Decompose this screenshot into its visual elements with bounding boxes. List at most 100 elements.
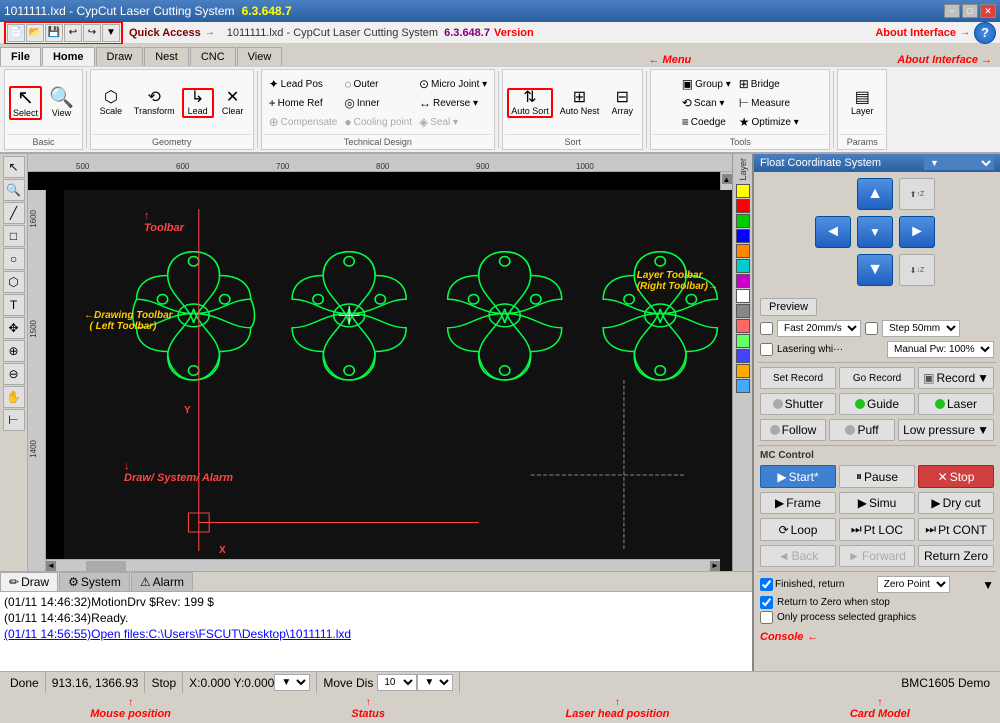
coedge-button[interactable]: ≡ Coedge bbox=[679, 113, 734, 131]
canvas-main[interactable]: ↑Toolbar ←Drawing Toolbar ( Left Toolbar… bbox=[64, 190, 732, 571]
manual-pw-select[interactable]: Manual Pw: 100% bbox=[887, 341, 994, 358]
inner-button[interactable]: ◎ Inner bbox=[341, 94, 415, 112]
minimize-button[interactable]: − bbox=[944, 4, 960, 18]
reverse-button[interactable]: ↔ Reverse ▾ bbox=[416, 94, 490, 112]
lt-circle[interactable]: ○ bbox=[3, 248, 25, 270]
fcs-dropdown[interactable]: ▼ bbox=[924, 156, 994, 170]
qa-save-button[interactable]: 💾 bbox=[45, 24, 63, 42]
dir-center-button[interactable]: ▼ bbox=[857, 216, 893, 248]
dir-special-2[interactable]: ⬇↓Z bbox=[899, 254, 935, 286]
layer-color-0[interactable] bbox=[736, 184, 750, 198]
qa-more-button[interactable]: ▼ bbox=[102, 24, 120, 42]
step-select[interactable]: Step 50mm bbox=[882, 320, 960, 337]
back-button[interactable]: ◄ Back bbox=[760, 545, 836, 567]
array-button[interactable]: ⊟ Array bbox=[606, 87, 638, 119]
view-button[interactable]: 🔍 View bbox=[45, 85, 78, 121]
layer-color-8[interactable] bbox=[736, 304, 750, 318]
dry-cut-button[interactable]: ▶ Dry cut bbox=[918, 492, 994, 514]
lt-zoom-in[interactable]: ⊕ bbox=[3, 340, 25, 362]
step-checkbox[interactable] bbox=[865, 322, 878, 335]
tab-alarm[interactable]: ⚠ Alarm bbox=[131, 572, 193, 591]
layer-color-2[interactable] bbox=[736, 214, 750, 228]
lt-pan[interactable]: ✋ bbox=[3, 386, 25, 408]
outer-button[interactable]: ◌ Outer bbox=[341, 75, 415, 93]
group-button[interactable]: ▣ Group ▾ bbox=[679, 75, 734, 93]
lt-view[interactable]: 🔍 bbox=[3, 179, 25, 201]
layer-color-10[interactable] bbox=[736, 334, 750, 348]
console-line-3[interactable]: (01/11 14:56:55)Open files:C:\Users\FSCU… bbox=[4, 626, 748, 642]
pause-button[interactable]: ⏸ Pause bbox=[839, 465, 915, 488]
select-button[interactable]: ↖ Select bbox=[9, 86, 42, 120]
only-process-checkbox[interactable] bbox=[760, 611, 773, 624]
layer-color-5[interactable] bbox=[736, 259, 750, 273]
layer-color-9[interactable] bbox=[736, 319, 750, 333]
qa-undo-button[interactable]: ↩ bbox=[64, 24, 82, 42]
simu-button[interactable]: ▶ Simu bbox=[839, 492, 915, 514]
auto-sort-button[interactable]: ⇅ Auto Sort bbox=[507, 88, 553, 118]
lt-poly[interactable]: ⬡ bbox=[3, 271, 25, 293]
dir-down-button[interactable]: ▼ bbox=[857, 254, 893, 286]
measure-button[interactable]: ⊢ Measure bbox=[736, 94, 802, 112]
lt-move[interactable]: ✥ bbox=[3, 317, 25, 339]
bridge-button[interactable]: ⊞ Bridge bbox=[736, 75, 802, 93]
shutter-button[interactable]: Shutter bbox=[760, 393, 836, 415]
tab-system[interactable]: ⚙ System bbox=[59, 572, 130, 591]
layer-color-13[interactable] bbox=[736, 379, 750, 393]
layer-color-6[interactable] bbox=[736, 274, 750, 288]
scrollbar-horizontal[interactable]: ◄ ► bbox=[46, 559, 720, 571]
layer-header-text[interactable]: Layer bbox=[738, 156, 748, 183]
layer-color-11[interactable] bbox=[736, 349, 750, 363]
seal-button[interactable]: ◈ Seal ▾ bbox=[416, 113, 490, 131]
tab-nest[interactable]: Nest bbox=[144, 47, 189, 66]
frame-button[interactable]: ▶ Frame bbox=[760, 492, 836, 514]
lt-measure[interactable]: ⊢ bbox=[3, 409, 25, 431]
layer-color-1[interactable] bbox=[736, 199, 750, 213]
lt-rect[interactable]: □ bbox=[3, 225, 25, 247]
lead-pos-button[interactable]: ✦ Lead Pos bbox=[266, 75, 341, 93]
fast-checkbox[interactable] bbox=[760, 322, 773, 335]
loop-button[interactable]: ⟳ Loop bbox=[760, 518, 836, 541]
record-button[interactable]: ▣ Record ▼ bbox=[918, 367, 994, 389]
optimize-button[interactable]: ★ Optimize ▾ bbox=[736, 113, 802, 131]
return-zero-button[interactable]: Return Zero bbox=[918, 545, 994, 567]
layer-color-7[interactable] bbox=[736, 289, 750, 303]
qa-redo-button[interactable]: ↪ bbox=[83, 24, 101, 42]
set-record-button[interactable]: Set Record bbox=[760, 367, 836, 389]
fast-select[interactable]: Fast 20mm/s bbox=[777, 320, 861, 337]
dir-right-button[interactable]: ► bbox=[899, 216, 935, 248]
go-record-button[interactable]: Go Record bbox=[839, 367, 915, 389]
laser-pos-dropdown[interactable]: ▼ bbox=[274, 674, 310, 691]
layer-color-4[interactable] bbox=[736, 244, 750, 258]
qa-new-button[interactable]: 📄 bbox=[7, 24, 25, 42]
scroll-h-thumb[interactable] bbox=[86, 561, 126, 571]
maximize-button[interactable]: □ bbox=[962, 4, 978, 18]
follow-button[interactable]: Follow bbox=[760, 419, 826, 441]
lt-zoom-out[interactable]: ⊖ bbox=[3, 363, 25, 385]
clear-button[interactable]: ✕ Clear bbox=[217, 87, 249, 119]
lt-text[interactable]: T bbox=[3, 294, 25, 316]
lt-line[interactable]: ╱ bbox=[3, 202, 25, 224]
tab-draw[interactable]: Draw bbox=[96, 47, 144, 66]
layer-color-3[interactable] bbox=[736, 229, 750, 243]
cooling-button[interactable]: ● Cooling point bbox=[341, 113, 415, 131]
scan-button[interactable]: ⟲ Scan ▾ bbox=[679, 94, 734, 112]
lead-button[interactable]: ↳ Lead bbox=[182, 88, 214, 118]
pt-cont-button[interactable]: ⏭ Pt CONT bbox=[918, 518, 994, 541]
dir-special-1[interactable]: ⬆↑Z bbox=[899, 178, 935, 210]
tab-view[interactable]: View bbox=[237, 47, 283, 66]
scroll-up[interactable]: ▲ bbox=[722, 174, 732, 184]
forward-button[interactable]: ► Forward bbox=[839, 545, 915, 567]
puff-button[interactable]: Puff bbox=[829, 419, 895, 441]
low-pressure-button[interactable]: Low pressure ▼ bbox=[898, 419, 994, 441]
layer-button[interactable]: ▤ Layer bbox=[846, 87, 878, 119]
dir-left-button[interactable]: ◄ bbox=[815, 216, 851, 248]
move-dis-select[interactable]: 10 bbox=[377, 674, 417, 691]
tab-home[interactable]: Home bbox=[42, 47, 95, 66]
zero-point-select[interactable]: Zero Point bbox=[877, 576, 950, 593]
qa-open-button[interactable]: 📂 bbox=[26, 24, 44, 42]
return-to-zero-checkbox[interactable] bbox=[760, 596, 773, 609]
finished-checkbox[interactable] bbox=[760, 578, 773, 591]
lt-select[interactable]: ↖ bbox=[3, 156, 25, 178]
tab-draw[interactable]: ✏ Draw bbox=[0, 572, 58, 591]
move-dis-unit[interactable]: ▼ bbox=[417, 674, 453, 691]
